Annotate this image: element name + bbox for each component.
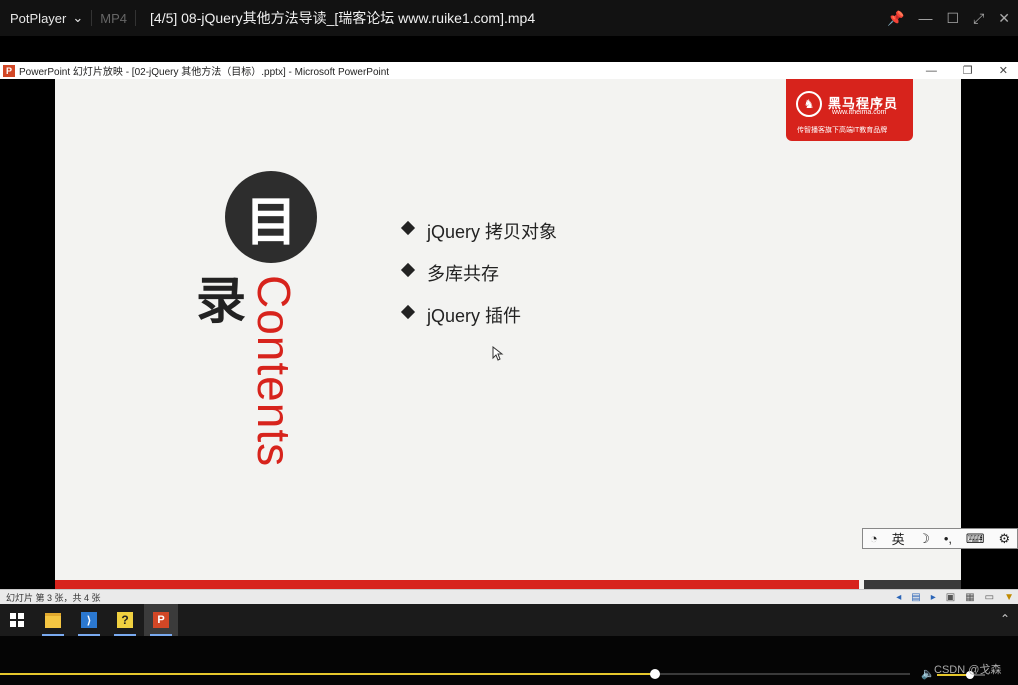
agenda-item-label: jQuery 拷贝对象	[427, 222, 558, 242]
status-controls: ◂ ▤ ▸ ▣ ▦ ▭ ▼	[896, 590, 1014, 605]
format-label: MP4	[100, 10, 128, 26]
taskbar-powerpoint[interactable]: P	[144, 604, 178, 636]
agenda-item: jQuery 插件	[400, 302, 557, 344]
moon-icon[interactable]: ☽	[918, 531, 930, 547]
seek-handle[interactable]	[650, 669, 661, 679]
restore-icon[interactable]: ❐	[963, 64, 973, 77]
folder-icon	[45, 612, 61, 628]
ppt-status-bar: 幻灯片 第 3 张，共 4 张 ◂ ▤ ▸ ▣ ▦ ▭ ▼	[0, 589, 1018, 605]
slideshow-area: ♞ 黑马程序员 www.itheima.com 传智播客旗下高端IT教育品牌 目…	[0, 79, 1018, 589]
help-icon: ?	[117, 612, 133, 628]
vscode-icon: ⟩	[81, 612, 97, 628]
logo-slogan: 传智播客旗下高端IT教育品牌	[797, 127, 888, 134]
potplayer-menu-button[interactable]: PotPlayer ⌄	[0, 10, 83, 26]
window-controls: 📌 — ☐ ⤢ ✕	[887, 0, 1010, 36]
title-char-lu: 录	[196, 272, 246, 330]
taskbar-help-tool[interactable]: ?	[108, 604, 142, 636]
keyboard-icon[interactable]: ⌨	[966, 531, 985, 547]
agenda-item: jQuery 拷贝对象	[400, 218, 557, 260]
close-icon[interactable]: ✕	[998, 10, 1010, 27]
seek-progress	[0, 673, 656, 675]
reading-view-icon[interactable]: ▭	[985, 592, 994, 603]
powerpoint-icon: P	[153, 612, 169, 628]
agenda-item-label: jQuery 插件	[427, 306, 522, 326]
slide-menu-icon[interactable]: ▤	[911, 592, 920, 603]
horse-logo-icon: ♞	[796, 91, 822, 117]
previous-slide-icon[interactable]: ◂	[896, 592, 901, 603]
logo-url: www.itheima.com	[832, 109, 887, 116]
diamond-bullet-icon	[400, 304, 416, 320]
itheima-logo: ♞ 黑马程序员 www.itheima.com 传智播客旗下高端IT教育品牌	[786, 79, 913, 141]
contents-vertical-text: Contents	[248, 275, 300, 468]
taskbar-vscode[interactable]: ⟩	[72, 604, 106, 636]
minimize-icon[interactable]: —	[926, 65, 937, 77]
fullscreen-icon[interactable]: ⤢	[973, 10, 984, 27]
ime-logo-icon[interactable]: ◔	[870, 531, 878, 546]
agenda-list: jQuery 拷贝对象 多库共存 jQuery 插件	[400, 218, 557, 344]
diamond-bullet-icon	[400, 220, 416, 236]
ppt-window-controls: — ❐ ✕	[926, 62, 1008, 79]
chevron-down-icon: ⌄	[72, 10, 84, 25]
windows-logo-icon	[10, 613, 24, 627]
footer-red-band	[55, 580, 859, 589]
next-slide-icon[interactable]: ▸	[931, 592, 936, 603]
divider	[91, 10, 93, 26]
windows-taskbar: ⟩ ? P ⌃	[0, 604, 1018, 636]
mouse-pointer-icon	[492, 346, 504, 361]
player-title-bar: PotPlayer ⌄ MP4 [4/5] 08-jQuery其他方法导读_[瑞…	[0, 0, 1018, 36]
chevron-up-icon[interactable]: ⌃	[1000, 612, 1010, 626]
ppt-window-title: PowerPoint 幻灯片放映 - [02-jQuery 其他方法（目标）.p…	[19, 67, 390, 78]
slideshow-view-icon[interactable]: ▼	[1004, 592, 1014, 603]
gear-icon[interactable]: ⚙	[998, 531, 1010, 547]
ime-toolbar: ◔ 英 ☽ •, ⌨ ⚙	[862, 528, 1018, 549]
pin-icon[interactable]: 📌	[887, 10, 904, 27]
speaker-icon[interactable]: 🔈	[921, 667, 935, 680]
csdn-watermark: CSDN @戈森	[934, 664, 1002, 676]
sorter-view-icon[interactable]: ▦	[965, 592, 974, 603]
ppt-window-title-bar: P PowerPoint 幻灯片放映 - [02-jQuery 其他方法（目标）…	[0, 62, 1018, 79]
start-button[interactable]	[0, 604, 34, 636]
title-char-mu: 目	[225, 171, 317, 263]
slide[interactable]: ♞ 黑马程序员 www.itheima.com 传智播客旗下高端IT教育品牌 目…	[55, 79, 961, 589]
normal-view-icon[interactable]: ▣	[946, 592, 955, 603]
agenda-item: 多库共存	[400, 260, 557, 302]
video-title: [4/5] 08-jQuery其他方法导读_[瑞客论坛 www.ruike1.c…	[150, 10, 536, 26]
seek-bar[interactable]	[0, 669, 910, 679]
slide-counter: 幻灯片 第 3 张，共 4 张	[6, 593, 101, 603]
divider	[135, 10, 137, 26]
player-controls: 🔈 CSDN @戈森	[0, 636, 1018, 685]
minimize-icon[interactable]: —	[919, 10, 933, 26]
diamond-bullet-icon	[400, 262, 416, 278]
maximize-icon[interactable]: ☐	[947, 10, 960, 27]
agenda-item-label: 多库共存	[427, 264, 499, 284]
app-name: PotPlayer	[10, 10, 67, 26]
ime-language-toggle[interactable]: 英	[892, 529, 905, 548]
footer-dark-band	[864, 580, 961, 589]
punctuation-icon[interactable]: •,	[944, 531, 952, 546]
taskbar-file-explorer[interactable]	[36, 604, 70, 636]
close-icon[interactable]: ✕	[999, 64, 1008, 77]
powerpoint-icon: P	[3, 64, 15, 77]
